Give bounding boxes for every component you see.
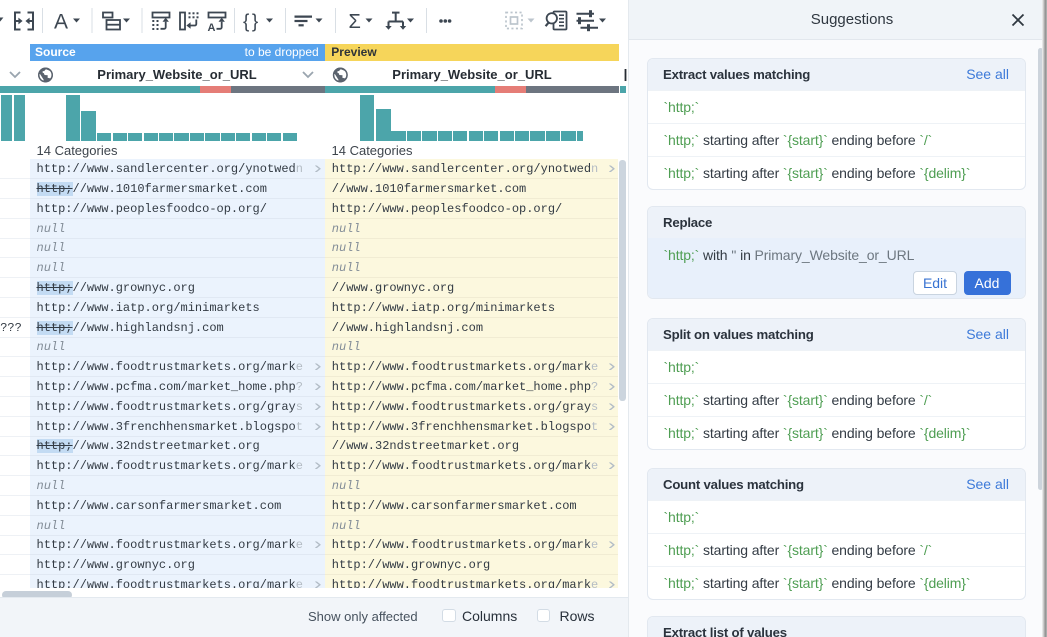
svg-text:{}: {}: [243, 12, 261, 33]
svg-text:A: A: [54, 11, 68, 34]
svg-text:Primary_Website_or_URL: Primary_Website_or_URL: [97, 67, 256, 82]
svg-text:Primary_Website_or_URL: Primary_Website_or_URL: [392, 67, 551, 82]
svg-text:Σ: Σ: [349, 11, 361, 33]
svg-text:A: A: [208, 22, 216, 34]
